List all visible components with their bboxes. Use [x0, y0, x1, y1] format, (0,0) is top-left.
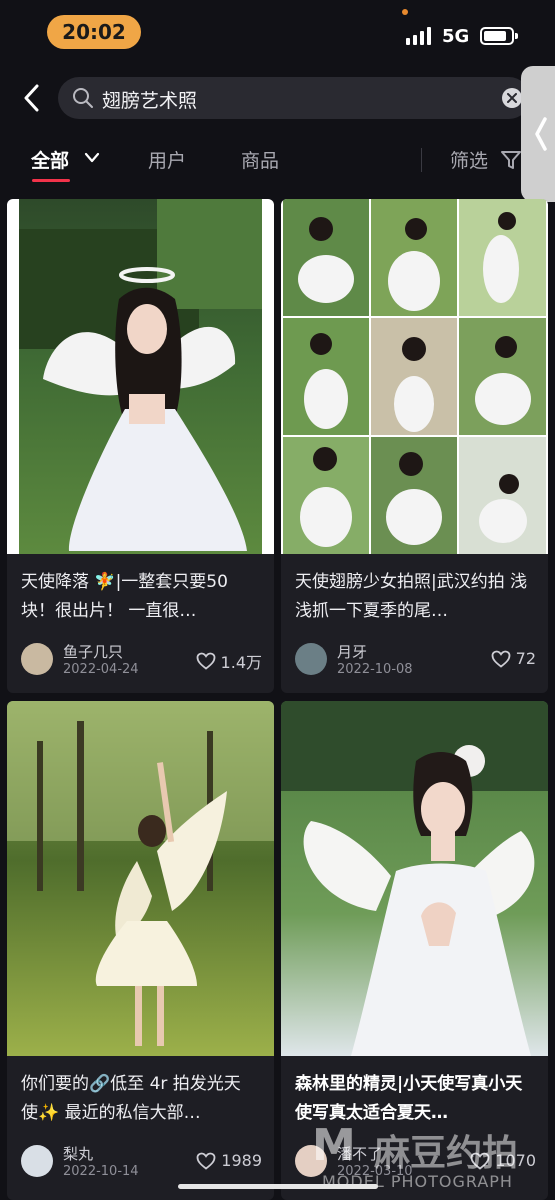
watermark-logo: M: [312, 1120, 356, 1171]
like-count: 1989: [221, 1151, 262, 1170]
author-name[interactable]: 鱼子几只: [63, 641, 123, 662]
photo-forest-angel: [281, 701, 548, 1056]
like-count: 72: [515, 649, 536, 668]
author-name[interactable]: 梨丸: [63, 1143, 93, 1164]
photo-angel-wings: [7, 199, 274, 554]
post-date: 2022-10-08: [337, 662, 413, 677]
card-title[interactable]: 天使降落 🧚|一整套只要50块！很出片！ 一直很…: [21, 568, 257, 626]
status-time: 20:02: [47, 15, 141, 49]
tab-active-indicator: [32, 179, 70, 182]
search-tabs: 全部 用户 商品 筛选: [0, 138, 555, 184]
author-row: 鱼子几只 2022-04-24 1.4万: [21, 641, 262, 681]
battery-icon: [480, 27, 518, 45]
tab-products[interactable]: 商品: [241, 146, 279, 173]
note-card[interactable]: 你们要的🔗低至 4r 拍发光天使✨ 最近的私信大部… 梨丸 2022-10-14…: [7, 701, 274, 1200]
tab-divider: [421, 148, 422, 172]
clear-icon[interactable]: [502, 88, 522, 108]
like-button[interactable]: 1.4万: [196, 649, 262, 673]
side-handle[interactable]: [521, 66, 555, 202]
heart-icon: [196, 1152, 216, 1170]
tab-all[interactable]: 全部: [31, 146, 69, 173]
home-indicator[interactable]: [178, 1184, 378, 1189]
like-button[interactable]: 72: [491, 649, 536, 668]
privacy-indicator: [402, 9, 408, 15]
search-icon: [73, 88, 93, 108]
watermark-text: 麻豆约拍: [374, 1133, 519, 1174]
avatar[interactable]: [21, 1145, 53, 1177]
author-name[interactable]: 月牙: [337, 641, 367, 662]
tab-users[interactable]: 用户: [148, 146, 186, 173]
note-card[interactable]: 天使翅膀少女拍照|武汉约拍 浅浅抓一下夏季的尾… 月牙 2022-10-08 7…: [281, 199, 548, 693]
author-row: 月牙 2022-10-08 72: [295, 641, 536, 681]
filter-icon[interactable]: [500, 149, 522, 171]
back-button[interactable]: [16, 80, 48, 116]
heart-icon: [196, 652, 215, 670]
card-title[interactable]: 你们要的🔗低至 4r 拍发光天使✨ 最近的私信大部…: [21, 1070, 257, 1128]
chevron-down-icon[interactable]: [84, 152, 100, 164]
search-input[interactable]: 翅膀艺术照: [58, 77, 530, 119]
search-query: 翅膀艺术照: [102, 90, 198, 112]
photo-collage: [281, 199, 548, 554]
like-count: 1.4万: [220, 653, 262, 672]
post-date: 2022-10-14: [63, 1164, 139, 1179]
avatar[interactable]: [295, 643, 327, 675]
heart-icon: [491, 650, 511, 668]
card-title[interactable]: 天使翅膀少女拍照|武汉约拍 浅浅抓一下夏季的尾…: [295, 568, 531, 626]
like-button[interactable]: 1989: [196, 1151, 262, 1170]
photo-glowing-angel: [7, 701, 274, 1056]
author-row: 梨丸 2022-10-14 1989: [21, 1143, 262, 1183]
tab-filter[interactable]: 筛选: [450, 146, 488, 173]
note-card[interactable]: 天使降落 🧚|一整套只要50块！很出片！ 一直很… 鱼子几只 2022-04-2…: [7, 199, 274, 693]
cellular-signal-icon: [406, 27, 431, 45]
chevron-left-icon: [24, 84, 39, 112]
chevron-left-icon: [535, 117, 547, 151]
status-bar: 20:02 5G: [0, 0, 555, 64]
post-date: 2022-04-24: [63, 662, 139, 677]
network-type: 5G: [442, 26, 470, 47]
avatar[interactable]: [21, 643, 53, 675]
